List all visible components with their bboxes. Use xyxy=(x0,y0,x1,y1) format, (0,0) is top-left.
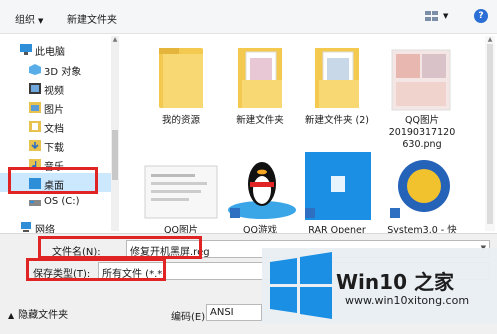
file-list: 我的资源 新建文件夹 新建文件夹 (2) QQ图片 20190317120 63… xyxy=(120,34,484,236)
sidebar-item-label: 图片 xyxy=(44,105,64,116)
scroll-up-icon[interactable]: ▲ xyxy=(485,36,495,43)
folder-icon xyxy=(159,48,203,108)
sidebar-item-label: 3D 对象 xyxy=(44,67,82,78)
encoding-value: ANSI xyxy=(210,307,234,318)
downloads-folder-icon xyxy=(29,140,41,151)
file-caption: 新建文件夹 xyxy=(236,115,284,126)
hide-folders-toggle[interactable]: ▲ 隐藏文件夹 xyxy=(8,306,68,321)
file-caption: 新建文件夹 (2) xyxy=(305,115,369,126)
sidebar-item-label: 文档 xyxy=(44,124,64,135)
chevron-down-icon: ▼ xyxy=(38,17,44,25)
video-folder-icon xyxy=(29,83,41,94)
encoding-select[interactable]: ANSI xyxy=(206,304,262,321)
qq-penguin-icon xyxy=(228,162,296,219)
sidebar-item-label: 此电脑 xyxy=(35,47,65,58)
content-scrollbar[interactable]: ▲ xyxy=(485,36,495,231)
chevron-up-icon: ▲ xyxy=(8,311,15,320)
folder-icon xyxy=(238,48,282,108)
organize-label: 组织 xyxy=(15,15,35,26)
file-caption: QQ图片 20190317120 630.png xyxy=(388,115,456,150)
command-bar: 组织 ▼ 新建文件夹 ▼ ? xyxy=(0,0,497,34)
3d-objects-icon xyxy=(29,64,41,75)
computer-icon xyxy=(20,44,32,55)
file-caption: 我的资源 xyxy=(161,115,200,126)
image-thumbnail-icon xyxy=(391,49,451,111)
scrollbar-thumb[interactable] xyxy=(112,130,118,180)
watermark-title: Win10 之家 xyxy=(336,270,454,294)
view-chevron-icon[interactable]: ▼ xyxy=(443,12,448,20)
hide-folders-label: 隐藏文件夹 xyxy=(18,310,69,321)
drive-icon xyxy=(29,200,41,206)
navigation-pane: 此电脑 3D 对象 视频 图片 文档 下载 音乐 桌面 OS (C:) 网络 xyxy=(0,34,120,236)
network-icon xyxy=(21,222,31,232)
folder-icon xyxy=(315,48,359,108)
highlight-box-desktop xyxy=(8,167,98,194)
scroll-up-icon[interactable]: ▲ xyxy=(111,36,119,43)
view-options-icon[interactable] xyxy=(425,10,439,22)
sidebar-item-label: OS (C:) xyxy=(44,196,80,207)
highlight-box-filename xyxy=(38,236,202,259)
pictures-folder-icon xyxy=(29,102,41,113)
rar-opener-icon xyxy=(305,152,371,220)
sidebar-item-label: 视频 xyxy=(44,86,64,97)
highlight-box-filetype xyxy=(26,258,166,281)
scrollbar-thumb[interactable] xyxy=(487,44,493,224)
sidebar-item-label: 下载 xyxy=(44,143,64,154)
help-icon[interactable]: ? xyxy=(474,9,488,23)
image-thumbnail-icon xyxy=(144,165,218,219)
organize-button[interactable]: 组织 ▼ xyxy=(15,11,43,26)
encoding-label: 编码(E): xyxy=(171,312,209,323)
new-folder-label: 新建文件夹 xyxy=(67,15,117,26)
navigation-scrollbar[interactable]: ▲ xyxy=(111,36,119,231)
new-folder-button[interactable]: 新建文件夹 xyxy=(67,11,117,26)
watermark-url: www.win10xitong.com xyxy=(345,294,470,307)
system-app-icon xyxy=(390,160,450,218)
documents-folder-icon xyxy=(29,121,41,132)
